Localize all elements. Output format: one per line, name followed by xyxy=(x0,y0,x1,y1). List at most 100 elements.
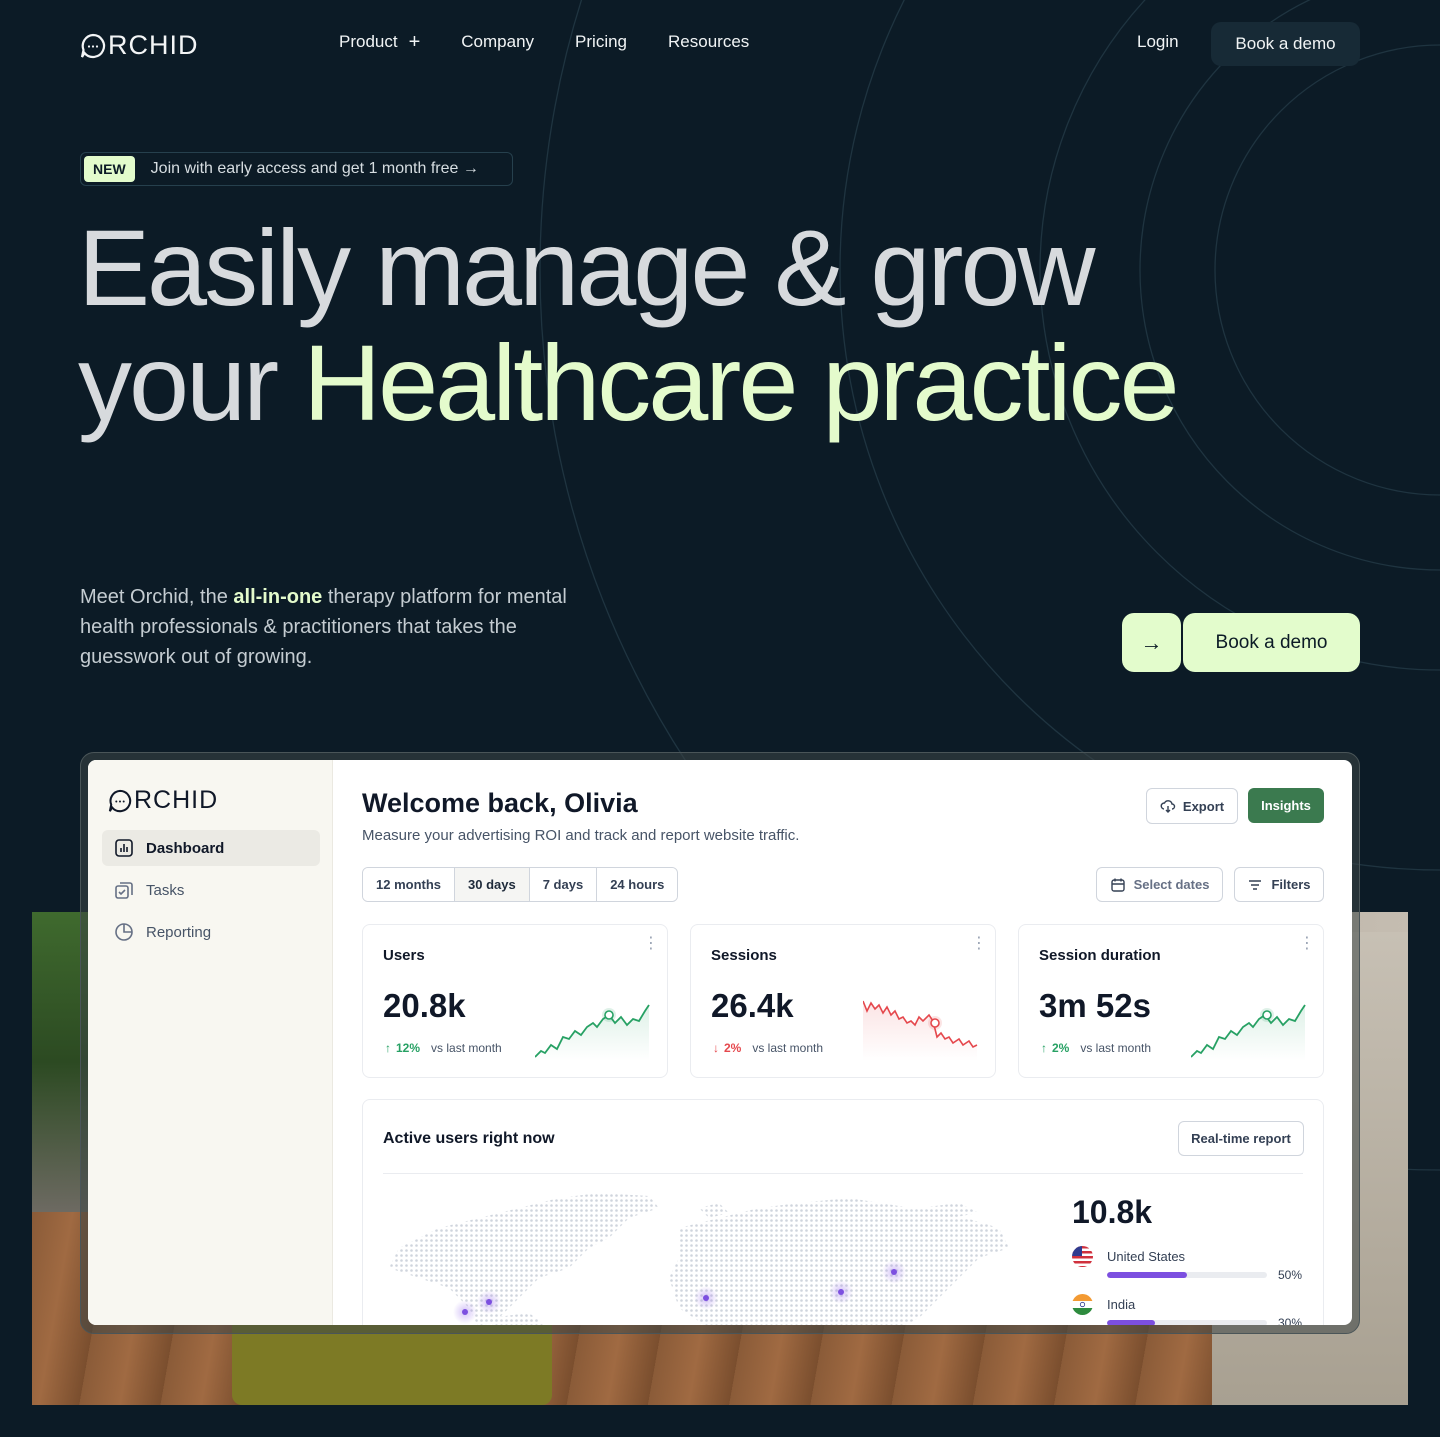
hero-subtitle: Meet Orchid, the all-in-one therapy plat… xyxy=(80,582,610,672)
country-row-united-states: United States xyxy=(1072,1246,1185,1267)
country-bar-united-states xyxy=(1107,1272,1267,1278)
select-dates-label: Select dates xyxy=(1133,877,1210,892)
stat-delta-value: 2% xyxy=(1052,1041,1070,1055)
sidebar-item-label: Dashboard xyxy=(146,839,225,857)
bar-fill xyxy=(1107,1272,1187,1278)
stat-title: Sessions xyxy=(711,947,777,964)
range-24-hours[interactable]: 24 hours xyxy=(597,868,678,901)
active-users-card: Active users right now Real-time report xyxy=(362,1099,1324,1325)
new-badge: NEW xyxy=(84,156,135,182)
hero-line-2-plain: your xyxy=(78,322,304,443)
chat-bubble-icon xyxy=(108,789,132,812)
top-nav: RCHID Product + Company Pricing Resource… xyxy=(0,0,1440,88)
nav-resources-label: Resources xyxy=(668,32,750,51)
hero-book-demo-button[interactable]: Book a demo xyxy=(1183,613,1360,672)
stat-card-session-duration: Session duration ⋮ 3m 52s ↑ 2% vs last m… xyxy=(1018,924,1324,1078)
nav-resources[interactable]: Resources xyxy=(668,32,749,52)
hero-sub-bold: all-in-one xyxy=(233,586,323,608)
stat-delta-caption: vs last month xyxy=(431,1041,502,1055)
cta-arrow-button[interactable]: → xyxy=(1122,613,1181,672)
filters-button[interactable]: Filters xyxy=(1234,867,1324,902)
banner-text: Join with early access and get 1 month f… xyxy=(150,160,479,177)
nav-company-label: Company xyxy=(461,32,535,51)
users-sparkline xyxy=(535,1004,650,1061)
calendar-icon xyxy=(1110,878,1125,892)
cloud-download-icon xyxy=(1160,800,1176,813)
dashboard-wordmark: RCHID xyxy=(134,786,219,814)
stat-delta-caption: vs last month xyxy=(752,1041,824,1055)
bar-chart-icon xyxy=(115,839,133,857)
stat-value: 3m 52s xyxy=(1039,987,1151,1024)
login-link[interactable]: Login xyxy=(1137,32,1179,52)
nav-book-demo-button[interactable]: Book a demo xyxy=(1211,22,1360,66)
filters-label: Filters xyxy=(1271,877,1311,892)
nav-pricing[interactable]: Pricing xyxy=(575,32,627,52)
hero-line-1: Easily manage & grow xyxy=(78,207,1096,328)
stat-value: 26.4k xyxy=(711,987,794,1024)
dashboard-logo[interactable]: RCHID xyxy=(108,786,218,815)
nav-company[interactable]: Company xyxy=(461,32,534,52)
sessions-sparkline xyxy=(863,1000,978,1061)
stat-value: 20.8k xyxy=(383,987,466,1024)
hero-headline: Easily manage & grow your Healthcare pra… xyxy=(78,207,1180,443)
nav-product[interactable]: Product + xyxy=(339,32,420,52)
welcome-subtitle: Measure your advertising ROI and track a… xyxy=(362,827,800,844)
hero-sub-before: Meet Orchid, the xyxy=(80,586,234,608)
welcome-title: Welcome back, Olivia xyxy=(362,788,638,818)
dashboard-sidebar: RCHID Dashboard Tasks Reporting xyxy=(88,760,333,1325)
sidebar-item-reporting[interactable]: Reporting xyxy=(102,914,320,950)
nav-pricing-label: Pricing xyxy=(575,32,628,51)
logo-wordmark: RCHID xyxy=(108,30,199,60)
stat-delta-value: 2% xyxy=(724,1041,742,1055)
country-bar-india xyxy=(1107,1320,1267,1325)
range-7-days[interactable]: 7 days xyxy=(529,868,598,901)
stat-title: Session duration xyxy=(1039,947,1161,964)
arrow-down-icon: ↓ xyxy=(713,1041,719,1055)
more-vertical-icon[interactable]: ⋮ xyxy=(1299,936,1315,952)
stat-title: Users xyxy=(383,947,425,964)
bar-fill xyxy=(1107,1320,1155,1325)
stat-delta: ↓ 2% vs last month xyxy=(713,1041,823,1055)
export-button[interactable]: Export xyxy=(1146,788,1238,824)
stat-delta-caption: vs last month xyxy=(1080,1041,1152,1055)
range-30-days[interactable]: 30 days xyxy=(455,868,530,901)
country-name: India xyxy=(1107,1297,1136,1312)
filter-lines-icon xyxy=(1249,879,1262,890)
sidebar-item-dashboard[interactable]: Dashboard xyxy=(102,830,320,866)
arrow-up-icon: ↑ xyxy=(385,1041,391,1055)
arrow-right-icon: → xyxy=(1140,629,1163,655)
india-flag-icon xyxy=(1072,1294,1093,1315)
orchid-logo[interactable]: RCHID xyxy=(80,30,199,61)
sidebar-item-tasks[interactable]: Tasks xyxy=(102,872,320,908)
stat-delta: ↑ 2% vs last month xyxy=(1041,1041,1151,1055)
plus-icon: + xyxy=(408,31,421,53)
range-12-months[interactable]: 12 months xyxy=(363,868,456,901)
range-selector: 12 months 30 days 7 days 24 hours xyxy=(362,867,679,902)
divider xyxy=(383,1173,1303,1174)
arrow-up-icon: ↑ xyxy=(1041,1041,1047,1055)
more-vertical-icon[interactable]: ⋮ xyxy=(643,936,659,952)
country-row-india: India xyxy=(1072,1294,1135,1315)
stat-delta: ↑ 12% vs last month xyxy=(385,1041,502,1055)
stat-card-sessions: Sessions ⋮ 26.4k ↓ 2% vs last month xyxy=(690,924,996,1078)
session-duration-sparkline xyxy=(1191,1004,1306,1061)
export-label: Export xyxy=(1182,798,1225,814)
sidebar-item-label: Tasks xyxy=(146,881,185,899)
nav-product-label: Product xyxy=(339,32,398,51)
country-name: United States xyxy=(1107,1249,1186,1264)
country-percent: 30% xyxy=(1278,1316,1303,1325)
insights-button[interactable]: Insights xyxy=(1248,788,1324,823)
dashboard-preview: RCHID Dashboard Tasks Reporting Welcome … xyxy=(88,760,1352,1325)
us-flag-icon xyxy=(1072,1246,1093,1267)
early-access-banner[interactable]: NEW Join with early access and get 1 mon… xyxy=(80,152,513,186)
active-users-title: Active users right now xyxy=(383,1130,555,1147)
more-vertical-icon[interactable]: ⋮ xyxy=(971,936,987,952)
tasks-icon xyxy=(115,882,133,899)
stat-card-users: Users ⋮ 20.8k ↑ 12% vs last month xyxy=(362,924,668,1078)
world-dot-map xyxy=(389,1193,1009,1325)
stat-delta-value: 12% xyxy=(396,1041,421,1055)
active-users-total: 10.8k xyxy=(1072,1194,1153,1230)
select-dates-button[interactable]: Select dates xyxy=(1096,867,1223,902)
chat-bubble-icon xyxy=(80,33,106,58)
real-time-report-button[interactable]: Real-time report xyxy=(1178,1121,1304,1156)
